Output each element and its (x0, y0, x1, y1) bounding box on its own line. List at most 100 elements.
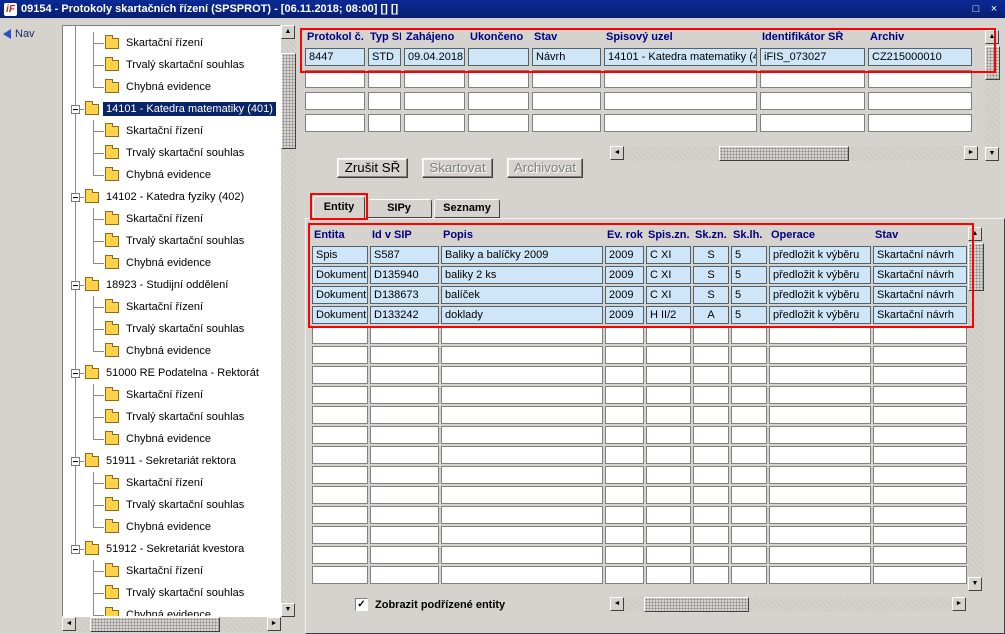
table-cell[interactable] (312, 406, 368, 424)
table-cell[interactable] (873, 406, 967, 424)
table-cell[interactable] (441, 446, 603, 464)
table-cell[interactable] (760, 70, 865, 88)
table-cell[interactable]: CZ215000010 (868, 48, 972, 66)
table-cell[interactable] (731, 566, 767, 584)
table-cell[interactable] (605, 386, 644, 404)
tree-item[interactable]: Chybná evidence (63, 516, 280, 538)
table-cell[interactable] (368, 114, 401, 132)
table-cell[interactable] (646, 426, 691, 444)
shred-button[interactable]: Skartovat (422, 158, 493, 178)
table-cell[interactable]: předložit k výběru (769, 286, 871, 304)
tree-item[interactable]: Skartační řízení (63, 32, 280, 54)
table-cell[interactable]: 2009 (605, 286, 644, 304)
table-cell[interactable]: S (693, 266, 729, 284)
entity-horizontal-scrollbar[interactable]: ◄ ► (610, 597, 966, 612)
tree-horizontal-scrollbar[interactable]: ◄ ► (62, 617, 281, 632)
tree-item[interactable]: Chybná evidence (63, 340, 280, 362)
show-subordinate-entities-checkbox[interactable]: ✓ (355, 598, 368, 611)
table-cell[interactable] (370, 446, 439, 464)
scrollbar-thumb[interactable] (719, 146, 849, 161)
table-cell[interactable] (693, 346, 729, 364)
table-row[interactable]: Dokument D133242 doklady 2009 H II/2 A 5 předlo… (312, 306, 967, 324)
table-cell[interactable] (769, 386, 871, 404)
table-cell[interactable] (312, 466, 368, 484)
tree-item[interactable]: Trvalý skartační souhlas (63, 582, 280, 604)
protocol-vertical-scrollbar[interactable]: ▲ ▼ (985, 30, 1000, 161)
table-cell[interactable] (312, 446, 368, 464)
table-cell[interactable]: C XI (646, 286, 691, 304)
table-cell[interactable] (646, 446, 691, 464)
table-cell[interactable] (305, 92, 365, 110)
table-cell[interactable] (868, 92, 972, 110)
table-cell[interactable] (769, 526, 871, 544)
tree-item[interactable]: 14101 - Katedra matematiky (401) (63, 98, 280, 120)
table-cell[interactable] (646, 546, 691, 564)
table-cell[interactable] (404, 114, 465, 132)
table-cell[interactable]: D133242 (370, 306, 439, 324)
table-cell[interactable] (368, 92, 401, 110)
table-cell[interactable] (368, 70, 401, 88)
table-cell[interactable] (605, 466, 644, 484)
scroll-left-icon[interactable]: ◄ (610, 146, 624, 160)
table-row-empty[interactable] (305, 114, 972, 132)
table-cell[interactable]: S587 (370, 246, 439, 264)
table-cell[interactable] (873, 526, 967, 544)
table-cell[interactable] (370, 426, 439, 444)
table-cell[interactable] (370, 326, 439, 344)
table-row[interactable]: Dokument D135940 baliky 2 ks 2009 C XI S 5 před… (312, 266, 967, 284)
table-cell[interactable] (646, 366, 691, 384)
table-cell[interactable] (370, 506, 439, 524)
table-cell[interactable] (605, 546, 644, 564)
table-cell[interactable] (646, 566, 691, 584)
table-cell[interactable] (370, 366, 439, 384)
table-cell[interactable]: S (693, 246, 729, 264)
table-cell[interactable] (605, 406, 644, 424)
table-cell[interactable] (370, 486, 439, 504)
table-cell[interactable] (604, 92, 757, 110)
table-cell[interactable]: Spis (312, 246, 368, 264)
table-cell[interactable] (305, 114, 365, 132)
table-cell[interactable]: Skartační návrh (873, 246, 967, 264)
table-row-empty[interactable] (305, 70, 972, 88)
tree-item[interactable]: Skartační řízení (63, 296, 280, 318)
table-cell[interactable] (370, 526, 439, 544)
table-cell[interactable] (693, 566, 729, 584)
scrollbar-track[interactable] (624, 597, 952, 612)
table-cell[interactable] (873, 546, 967, 564)
table-row-empty[interactable] (312, 446, 967, 464)
table-cell[interactable]: 14101 - Katedra matematiky (4 (604, 48, 757, 66)
scrollbar-thumb[interactable] (985, 46, 1000, 80)
tree-item[interactable]: Skartační řízení (63, 120, 280, 142)
table-cell[interactable] (441, 566, 603, 584)
table-cell[interactable] (312, 526, 368, 544)
table-cell[interactable] (873, 366, 967, 384)
table-cell[interactable] (441, 386, 603, 404)
table-cell[interactable] (873, 566, 967, 584)
table-cell[interactable] (731, 526, 767, 544)
table-cell[interactable] (370, 466, 439, 484)
table-cell[interactable] (873, 506, 967, 524)
table-cell[interactable] (693, 486, 729, 504)
table-cell[interactable]: 2009 (605, 306, 644, 324)
tree-item[interactable]: Trvalý skartační souhlas (63, 142, 280, 164)
table-cell[interactable] (605, 326, 644, 344)
table-cell[interactable] (731, 386, 767, 404)
tree-item[interactable]: 51911 - Sekretariát rektora (63, 450, 280, 472)
table-cell[interactable] (605, 506, 644, 524)
scrollbar-track[interactable] (281, 39, 296, 603)
table-cell[interactable] (312, 346, 368, 364)
scroll-right-icon[interactable]: ► (267, 617, 281, 631)
table-row-empty[interactable] (312, 406, 967, 424)
table-cell[interactable] (312, 566, 368, 584)
table-cell[interactable] (769, 426, 871, 444)
table-cell[interactable] (868, 70, 972, 88)
tree-expander-icon[interactable] (71, 457, 80, 466)
table-cell[interactable] (769, 466, 871, 484)
table-cell[interactable]: D135940 (370, 266, 439, 284)
tree-item[interactable]: 51912 - Sekretariát kvestora (63, 538, 280, 560)
scroll-down-icon[interactable]: ▼ (281, 603, 295, 617)
table-cell[interactable] (604, 114, 757, 132)
table-cell[interactable] (873, 346, 967, 364)
table-cell[interactable] (646, 406, 691, 424)
table-cell[interactable]: C XI (646, 246, 691, 264)
